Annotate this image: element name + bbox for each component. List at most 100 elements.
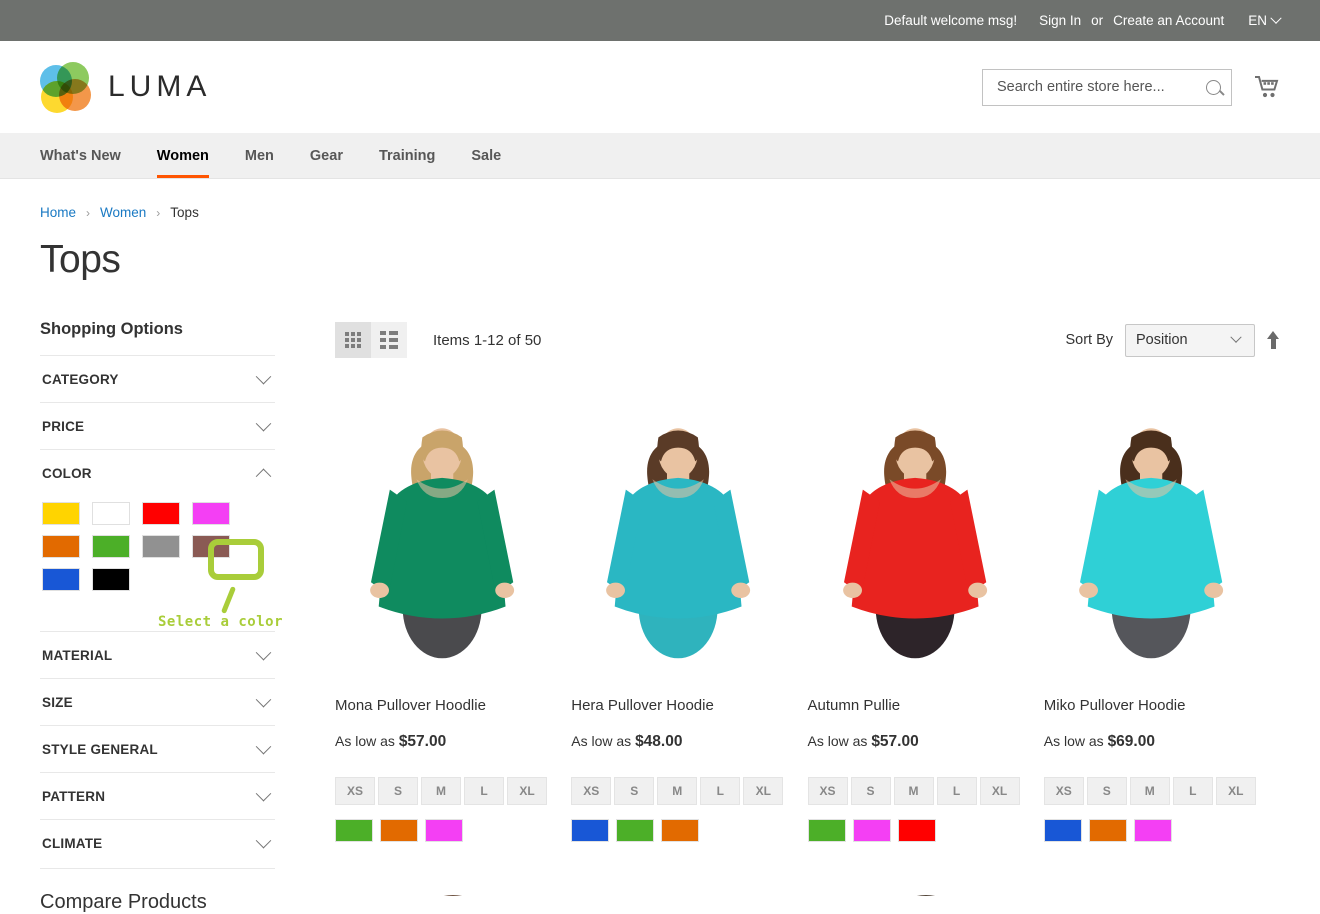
nav-item-women[interactable]: Women: [139, 133, 227, 178]
product-grid: Mona Pullover Hoodlie As low as $57.00 X…: [335, 382, 1280, 842]
color-swatch-white[interactable]: [92, 502, 130, 525]
filter-style-general[interactable]: STYLE GENERAL: [40, 725, 275, 772]
nav-item-training[interactable]: Training: [361, 133, 453, 178]
size-option-s[interactable]: S: [850, 777, 891, 805]
product-image[interactable]: [335, 856, 571, 896]
list-view-icon[interactable]: [371, 322, 407, 358]
size-option-xs[interactable]: XS: [807, 777, 848, 805]
logo[interactable]: LUMA: [40, 62, 212, 113]
product-price: As low as $48.00: [571, 733, 683, 750]
size-option-l[interactable]: L: [936, 777, 977, 805]
product-color-orange[interactable]: [380, 819, 418, 842]
size-options: XS S M L XL: [807, 777, 1022, 805]
color-options: [1043, 819, 1258, 842]
product-color-magenta[interactable]: [1133, 819, 1172, 842]
product-image[interactable]: [807, 382, 1022, 687]
items-count: Items 1-12 of 50: [433, 331, 542, 349]
size-option-s[interactable]: S: [614, 777, 655, 805]
product-name[interactable]: Miko Pullover Hoodie: [1044, 697, 1258, 714]
size-option-s[interactable]: S: [1086, 777, 1127, 805]
product-color-green[interactable]: [616, 819, 655, 842]
product-color-blue[interactable]: [1043, 819, 1082, 842]
filter-label: COLOR: [42, 466, 92, 481]
filter-color[interactable]: COLOR: [40, 449, 275, 496]
product-image[interactable]: [571, 856, 807, 896]
product-card[interactable]: Mona Pullover Hoodlie As low as $57.00 X…: [335, 382, 571, 842]
color-swatch-black[interactable]: [92, 568, 130, 591]
or-text: or: [1091, 13, 1104, 28]
search-input[interactable]: [995, 78, 1206, 96]
sign-in-link[interactable]: Sign In: [1039, 13, 1081, 28]
color-swatch-brown[interactable]: [192, 535, 230, 558]
sort-ascending-arrow-icon[interactable]: [1267, 331, 1280, 349]
product-card[interactable]: Hera Pullover Hoodie As low as $48.00 XS…: [571, 382, 807, 842]
filter-label: MATERIAL: [42, 648, 113, 663]
sort-select[interactable]: Position: [1125, 323, 1255, 357]
filter-price[interactable]: PRICE: [40, 402, 275, 449]
logo-text: LUMA: [108, 70, 212, 103]
shopping-options-title: Shopping Options: [40, 320, 183, 338]
color-swatch-orange[interactable]: [42, 535, 80, 558]
size-option-l[interactable]: L: [464, 777, 504, 805]
nav-item-whats-new[interactable]: What's New: [40, 133, 139, 178]
size-option-xl[interactable]: XL: [979, 777, 1020, 805]
language-switcher[interactable]: EN: [1248, 12, 1282, 28]
product-image[interactable]: [1044, 856, 1280, 896]
filter-category[interactable]: CATEGORY: [40, 355, 275, 402]
color-swatch-red[interactable]: [142, 502, 180, 525]
product-card[interactable]: Autumn Pullie As low as $57.00 XS S M L XL: [807, 382, 1044, 842]
product-image[interactable]: [335, 382, 550, 687]
filter-pattern[interactable]: PATTERN: [40, 772, 275, 819]
size-option-xl[interactable]: XL: [1215, 777, 1256, 805]
nav-item-gear[interactable]: Gear: [292, 133, 361, 178]
product-color-green[interactable]: [807, 819, 846, 842]
chevron-down-icon: [255, 644, 272, 661]
filter-size[interactable]: SIZE: [40, 678, 275, 725]
product-image[interactable]: [808, 856, 1044, 896]
welcome-message: Default welcome msg!: [884, 13, 1018, 28]
color-swatch-green[interactable]: [92, 535, 130, 558]
size-option-xl[interactable]: XL: [507, 777, 547, 805]
product-color-orange[interactable]: [661, 819, 700, 842]
product-color-orange[interactable]: [1088, 819, 1127, 842]
color-swatch-blue[interactable]: [42, 568, 80, 591]
filter-material[interactable]: MATERIAL: [40, 631, 275, 678]
nav-item-sale[interactable]: Sale: [453, 133, 519, 178]
size-option-xs[interactable]: XS: [571, 777, 612, 805]
chevron-down-icon: [255, 738, 272, 755]
search-box[interactable]: [982, 68, 1232, 106]
grid-view-icon[interactable]: [335, 322, 371, 358]
product-name[interactable]: Mona Pullover Hoodlie: [335, 697, 549, 714]
breadcrumb-item-home[interactable]: Home: [40, 205, 76, 220]
size-option-m[interactable]: M: [1129, 777, 1170, 805]
product-color-magenta[interactable]: [425, 819, 463, 842]
shopping-cart-icon[interactable]: [1254, 75, 1280, 99]
product-color-magenta[interactable]: [852, 819, 891, 842]
size-option-m[interactable]: M: [657, 777, 698, 805]
product-color-blue[interactable]: [571, 819, 610, 842]
create-account-link[interactable]: Create an Account: [1113, 13, 1224, 28]
color-swatch-gray[interactable]: [142, 535, 180, 558]
product-image[interactable]: [571, 382, 786, 687]
product-color-red[interactable]: [897, 819, 936, 842]
sort-select-value: Position: [1136, 332, 1188, 348]
size-option-xs[interactable]: XS: [1043, 777, 1084, 805]
product-name[interactable]: Hera Pullover Hoodie: [571, 697, 785, 714]
size-option-m[interactable]: M: [893, 777, 934, 805]
nav-item-men[interactable]: Men: [227, 133, 292, 178]
filter-climate[interactable]: CLIMATE: [40, 819, 275, 866]
size-option-s[interactable]: S: [378, 777, 418, 805]
color-swatch-yellow[interactable]: [42, 502, 80, 525]
product-image[interactable]: [1043, 382, 1258, 687]
product-name[interactable]: Autumn Pullie: [808, 697, 1022, 714]
color-swatch-magenta[interactable]: [192, 502, 230, 525]
size-option-m[interactable]: M: [421, 777, 461, 805]
size-option-l[interactable]: L: [700, 777, 741, 805]
breadcrumb-item-women[interactable]: Women: [100, 205, 146, 220]
size-option-l[interactable]: L: [1172, 777, 1213, 805]
product-color-green[interactable]: [335, 819, 373, 842]
magnifier-icon[interactable]: [1206, 79, 1221, 95]
size-option-xs[interactable]: XS: [335, 777, 375, 805]
product-card[interactable]: Miko Pullover Hoodie As low as $69.00 XS…: [1043, 382, 1280, 842]
size-option-xl[interactable]: XL: [743, 777, 784, 805]
